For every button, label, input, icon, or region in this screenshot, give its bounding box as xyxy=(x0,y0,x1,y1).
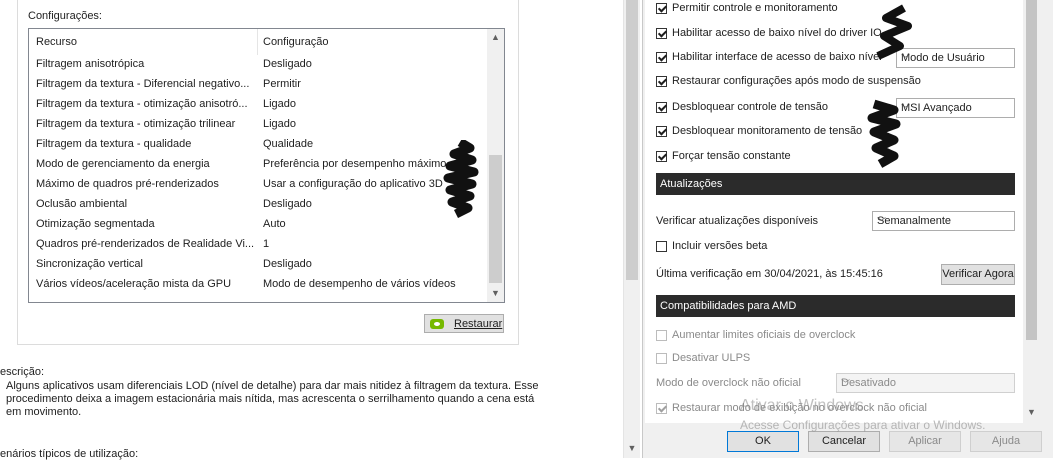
checkbox-allow-control[interactable] xyxy=(656,3,667,14)
properties-scroll-thumb[interactable] xyxy=(1026,0,1037,340)
table-row[interactable]: Filtragem anisotrópica Desligado xyxy=(29,55,484,75)
row-setting: Auto xyxy=(263,218,286,230)
table-row[interactable]: Máximo de quadros pré-renderizados Usar a… xyxy=(29,175,484,195)
checkbox-unlock-voltage-monitoring[interactable] xyxy=(656,126,667,137)
checkbox-extend-oc-limits[interactable] xyxy=(656,330,667,341)
left-window-scrollbar[interactable]: ▼ xyxy=(623,0,640,458)
option-allow-control-label[interactable]: Permitir controle e monitoramento xyxy=(672,2,838,14)
row-feature: Filtragem anisotrópica xyxy=(36,58,145,70)
table-row[interactable]: Filtragem da textura - qualidade Qualidad… xyxy=(29,135,484,155)
row-feature: Filtragem da textura - otimização anisot… xyxy=(36,98,248,110)
checkbox-restore-after-suspend[interactable] xyxy=(656,76,667,87)
checkbox-include-beta[interactable] xyxy=(656,241,667,252)
option-force-constant-voltage-label[interactable]: Forçar tensão constante xyxy=(672,150,791,162)
chevron-down-icon: ﹀ xyxy=(877,217,887,227)
oc-mode-dropdown[interactable]: Desativado ﹀ xyxy=(836,373,1015,393)
option-unlock-voltage-monitoring-label[interactable]: Desbloquear monitoramento de tensão xyxy=(672,125,862,137)
row-feature: Filtragem da textura - qualidade xyxy=(36,138,192,150)
column-header-setting[interactable]: Configuração xyxy=(263,36,328,48)
chevron-down-icon: ﹀ xyxy=(841,379,851,389)
row-setting: Desligado xyxy=(263,258,312,270)
check-updates-label: Verificar atualizações disponíveis xyxy=(656,215,819,227)
row-feature: Oclusão ambiental xyxy=(36,198,128,210)
check-updates-dropdown[interactable]: Semanalmente ﹀ xyxy=(872,211,1015,231)
column-separator[interactable] xyxy=(257,29,258,55)
row-feature: Vários vídeos/aceleração mista da GPU xyxy=(36,278,232,290)
table-row[interactable]: Filtragem da textura - Diferencial negat… xyxy=(29,75,484,95)
checkbox-unlock-voltage-control[interactable] xyxy=(656,102,667,113)
description-text: Alguns aplicativos usam diferenciais LOD… xyxy=(6,380,539,418)
disable-ulps-label[interactable]: Desativar ULPS xyxy=(672,352,750,364)
table-row[interactable]: Otimização segmentada Auto xyxy=(29,215,484,235)
updates-section-title: Atualizações xyxy=(660,178,723,190)
restore-button-label: Restaurar xyxy=(454,318,503,330)
properties-scrollbar[interactable]: ▼ xyxy=(1023,0,1040,423)
option-low-level-driver-label[interactable]: Habilitar acesso de baixo nível do drive… xyxy=(672,27,882,39)
checkbox-disable-ulps[interactable] xyxy=(656,353,667,364)
option-low-level-interface-label[interactable]: Habilitar interface de acesso de baixo n… xyxy=(672,51,882,63)
row-feature: Otimização segmentada xyxy=(36,218,155,230)
oc-mode-label: Modo de overclock não oficial xyxy=(656,377,801,389)
left-window-blank-area xyxy=(548,0,623,458)
redaction-scribble xyxy=(443,140,479,218)
table-scrollbar[interactable]: ▲ ▼ xyxy=(487,29,504,302)
row-feature: Filtragem da textura - otimização trilin… xyxy=(36,118,236,130)
cancel-button[interactable]: Cancelar xyxy=(808,431,880,452)
usage-label: enários típicos de utilização: xyxy=(0,448,139,460)
checkbox-low-level-interface[interactable] xyxy=(656,52,667,63)
amd-section-title: Compatibilidades para AMD xyxy=(660,300,797,312)
row-feature: Modo de gerenciamento da energia xyxy=(36,158,210,170)
table-row[interactable]: Modo de gerenciamento da energia Preferên… xyxy=(29,155,484,175)
settings-table[interactable]: Recurso Configuração Filtragem anisotróp… xyxy=(28,28,505,303)
table-row[interactable]: Quadros pré-renderizados de Realidade Vi… xyxy=(29,235,484,255)
table-row[interactable]: Vários vídeos/aceleração mista da GPU Mod… xyxy=(29,275,484,295)
row-setting: Ligado xyxy=(263,98,297,110)
nvidia-logo-icon xyxy=(430,319,444,329)
include-beta-label[interactable]: Incluir versões beta xyxy=(672,240,767,252)
table-row[interactable]: Filtragem da textura - otimização trilin… xyxy=(29,115,484,135)
checkbox-low-level-driver[interactable] xyxy=(656,28,667,39)
checkbox-force-constant-voltage[interactable] xyxy=(656,151,667,162)
left-scroll-thumb[interactable] xyxy=(626,0,638,280)
column-header-feature[interactable]: Recurso xyxy=(36,36,77,48)
row-feature: Sincronização vertical xyxy=(36,258,143,270)
row-setting: Modo de desempenho de vários vídeos xyxy=(263,278,456,290)
checkbox-restore-display-mode[interactable] xyxy=(656,403,667,414)
windows-activation-watermark-subtitle: Acesse Configurações para ativar o Windo… xyxy=(740,418,986,432)
row-feature: Filtragem da textura - Diferencial negat… xyxy=(36,78,250,90)
row-setting: Permitir xyxy=(263,78,301,90)
row-setting: 1 xyxy=(263,238,270,250)
check-now-button[interactable]: Verificar Agora xyxy=(941,264,1015,285)
amd-section-header: Compatibilidades para AMD xyxy=(656,295,1015,317)
help-button[interactable]: Ajuda xyxy=(970,431,1042,452)
scroll-up-icon[interactable]: ▲ xyxy=(487,29,504,46)
table-row[interactable]: Filtragem da textura - otimização anisot… xyxy=(29,95,484,115)
scroll-down-icon[interactable]: ▼ xyxy=(624,440,640,457)
extend-oc-limits-label[interactable]: Aumentar limites oficiais de overclock xyxy=(672,329,855,341)
ok-button[interactable]: OK xyxy=(727,431,799,452)
restore-button[interactable]: Restaurar xyxy=(424,314,504,333)
updates-section-header: Atualizações xyxy=(656,173,1015,195)
row-feature: Quadros pré-renderizados de Realidade Vi… xyxy=(36,238,254,250)
description-label: escrição: xyxy=(0,366,45,378)
row-feature: Máximo de quadros pré-renderizados xyxy=(36,178,219,190)
row-setting: Ligado xyxy=(263,118,297,130)
last-check-text: Última verificação em 30/04/2021, às 15:… xyxy=(656,268,883,280)
redaction-scribble xyxy=(867,4,912,168)
table-row[interactable]: Sincronização vertical Desligado xyxy=(29,255,484,275)
table-row[interactable]: Oclusão ambiental Desligado xyxy=(29,195,484,215)
scroll-down-icon[interactable]: ▼ xyxy=(487,285,504,302)
table-scroll-thumb[interactable] xyxy=(489,155,502,283)
row-setting: Desligado xyxy=(263,58,312,70)
windows-activation-watermark: Ativar o Windows xyxy=(740,397,864,414)
scroll-down-icon[interactable]: ▼ xyxy=(1023,404,1040,421)
apply-button[interactable]: Aplicar xyxy=(889,431,961,452)
config-label: Configurações: xyxy=(28,10,102,22)
option-unlock-voltage-control-label[interactable]: Desbloquear controle de tensão xyxy=(672,101,828,113)
